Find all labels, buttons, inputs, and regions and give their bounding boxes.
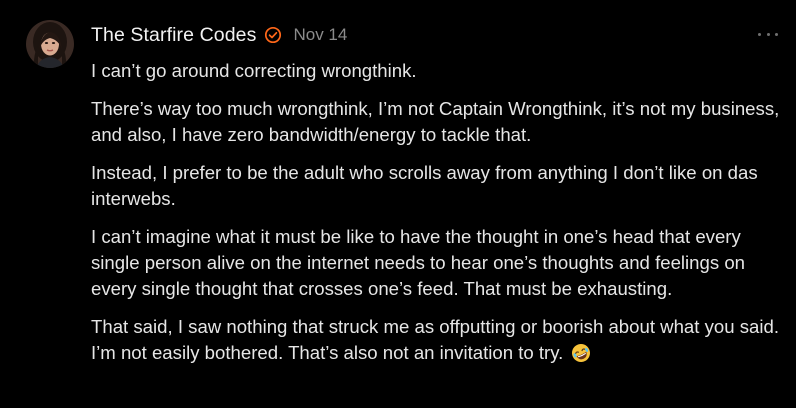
comment-paragraph: There’s way too much wrongthink, I’m not…	[91, 98, 780, 145]
avatar-image	[26, 20, 74, 68]
comment-paragraph-text: That said, I saw nothing that struck me …	[91, 316, 780, 363]
comment-paragraph: I can’t go around correcting wrongthink.	[91, 60, 417, 81]
ellipsis-dot	[766, 32, 770, 36]
more-options-button[interactable]	[758, 26, 778, 42]
author-name[interactable]: The Starfire Codes	[91, 24, 256, 47]
check-badge-icon	[265, 26, 282, 44]
comment-paragraph: I can’t imagine what it must be like to …	[91, 226, 746, 299]
comment-header: The Starfire Codes Nov 14	[91, 22, 347, 48]
comment-paragraph: Instead, I prefer to be the adult who sc…	[91, 162, 758, 209]
comment-paragraph-last: That said, I saw nothing that struck me …	[91, 314, 781, 366]
avatar[interactable]	[26, 20, 74, 68]
comment-date[interactable]: Nov 14	[293, 25, 347, 45]
ellipsis-icon	[758, 32, 761, 36]
rolling-on-floor-laughing-emoji	[571, 344, 590, 362]
comment-body: I can’t go around correcting wrongthink.…	[91, 58, 781, 378]
ellipsis-dot	[775, 32, 778, 36]
